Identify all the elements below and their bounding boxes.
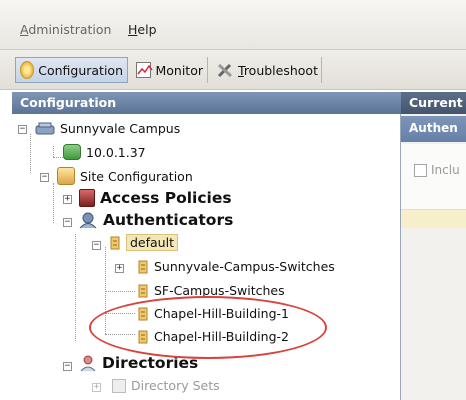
tree-node-access-policies[interactable]: Access Policies bbox=[79, 189, 232, 207]
group-icon bbox=[137, 260, 149, 274]
configuration-label: Configuration bbox=[38, 62, 123, 78]
directory-icon bbox=[79, 354, 97, 372]
troubleshoot-button[interactable]: Troubleshoot bbox=[212, 57, 322, 83]
tree-label: Access Policies bbox=[100, 189, 232, 207]
menu-help[interactable]: Help bbox=[128, 22, 157, 37]
tree-node-sunnyvale-switches[interactable]: Sunnyvale-Campus-Switches bbox=[137, 259, 335, 274]
group-icon bbox=[109, 236, 121, 250]
tree-line bbox=[53, 183, 54, 223]
highlight-ellipse bbox=[89, 296, 327, 359]
details-header: Current bbox=[401, 92, 466, 114]
tree-label: Authenticators bbox=[103, 211, 234, 229]
tree-node-campus[interactable]: Sunnyvale Campus bbox=[35, 121, 180, 136]
tree-line bbox=[53, 146, 54, 157]
highlight-band bbox=[401, 210, 466, 228]
tree-label-selected: default bbox=[126, 234, 178, 251]
expand-toggle[interactable]: + bbox=[92, 383, 101, 392]
tree-line bbox=[30, 134, 31, 173]
tree-node-directory-sets[interactable]: Directory Sets bbox=[112, 378, 220, 393]
troubleshoot-label: Troubleshoot bbox=[238, 62, 318, 78]
tree-label: Sunnyvale Campus bbox=[60, 121, 181, 136]
folder-icon bbox=[112, 378, 126, 393]
menu-administration[interactable]: Administration bbox=[20, 22, 111, 37]
tree-label: Directory Sets bbox=[131, 378, 220, 393]
checkbox-box[interactable] bbox=[414, 163, 427, 177]
site-config-icon bbox=[57, 167, 75, 185]
network-icon bbox=[35, 122, 55, 136]
tree-label: Site Configuration bbox=[80, 168, 193, 184]
details-pane: Current Authen Inclu bbox=[401, 92, 466, 400]
tools-icon bbox=[216, 61, 234, 79]
tree-node-default[interactable]: default bbox=[109, 234, 178, 251]
collapse-toggle[interactable]: − bbox=[63, 218, 72, 227]
policy-icon bbox=[79, 189, 95, 207]
tree-node-server[interactable]: 10.0.1.37 bbox=[63, 144, 146, 160]
toolbar: Configuration Monitor Troubleshoot bbox=[0, 50, 466, 90]
collapse-toggle[interactable]: − bbox=[92, 241, 101, 250]
configuration-button[interactable]: Configuration bbox=[15, 57, 128, 83]
menu-bar: Administration Help bbox=[0, 0, 466, 50]
expand-toggle[interactable]: + bbox=[115, 264, 124, 273]
collapse-toggle[interactable]: − bbox=[40, 173, 49, 182]
expand-toggle[interactable]: + bbox=[63, 195, 72, 204]
tree-node-site-configuration[interactable]: Site Configuration bbox=[57, 167, 193, 185]
app-window: Administration Help Configuration Monito… bbox=[0, 0, 466, 400]
tree-label: Sunnyvale-Campus-Switches bbox=[154, 259, 335, 274]
monitor-label: Monitor bbox=[155, 62, 203, 78]
collapse-toggle[interactable]: − bbox=[18, 125, 27, 134]
monitor-button[interactable]: Monitor bbox=[132, 57, 208, 83]
gear-icon bbox=[20, 61, 35, 79]
authenticator-icon bbox=[78, 211, 98, 229]
pane-title: Configuration bbox=[12, 92, 401, 114]
tree-node-authenticators[interactable]: Authenticators bbox=[78, 211, 233, 229]
include-checkbox[interactable]: Inclu bbox=[414, 163, 460, 177]
chart-icon bbox=[136, 62, 153, 78]
authenticator-tab[interactable]: Authen bbox=[401, 116, 466, 142]
collapse-toggle[interactable]: − bbox=[63, 362, 72, 371]
checkbox-label: Inclu bbox=[431, 163, 460, 177]
details-body: Inclu bbox=[401, 144, 466, 210]
tree-line bbox=[53, 157, 63, 158]
tree-label: 10.0.1.37 bbox=[86, 144, 146, 160]
tree-line bbox=[75, 234, 76, 341]
tree-line bbox=[105, 291, 135, 292]
group-icon bbox=[137, 284, 149, 298]
server-icon bbox=[63, 144, 81, 160]
